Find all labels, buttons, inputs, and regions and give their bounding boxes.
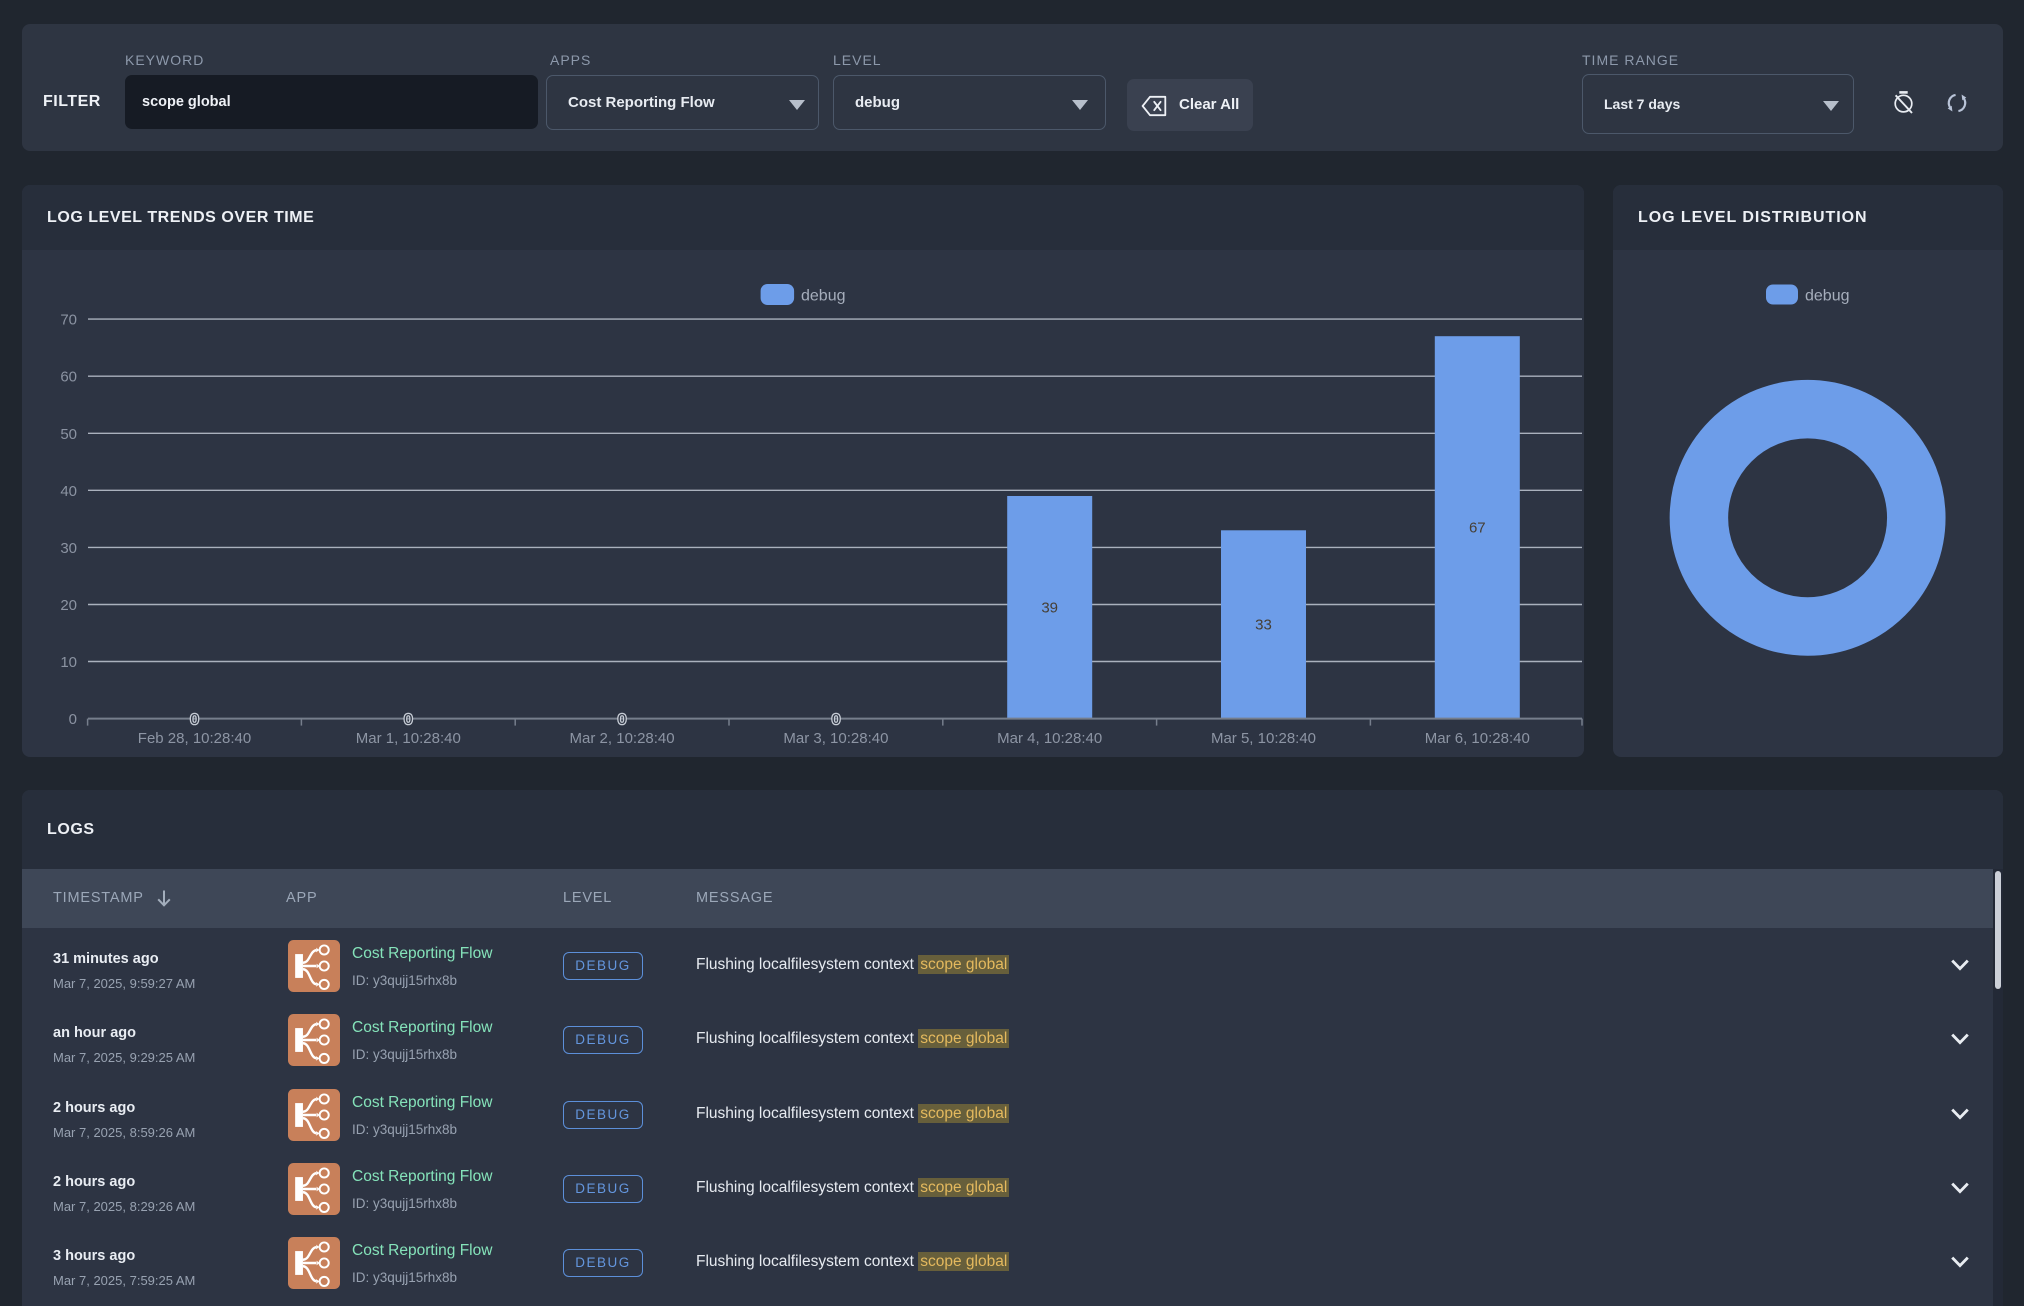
svg-text:33: 33 [1255, 616, 1272, 633]
svg-text:0: 0 [832, 711, 840, 728]
svg-text:40: 40 [60, 483, 77, 500]
svg-text:debug: debug [1805, 288, 1850, 305]
svg-text:Mar 5, 10:28:40: Mar 5, 10:28:40 [1211, 730, 1316, 747]
svg-text:Mar 6, 10:28:40: Mar 6, 10:28:40 [1425, 730, 1530, 747]
svg-text:70: 70 [60, 312, 77, 329]
svg-text:Mar 4, 10:28:40: Mar 4, 10:28:40 [997, 730, 1102, 747]
svg-text:50: 50 [60, 426, 77, 443]
svg-text:20: 20 [60, 597, 77, 614]
svg-text:67: 67 [1469, 519, 1486, 536]
svg-text:Mar 2, 10:28:40: Mar 2, 10:28:40 [570, 730, 675, 747]
svg-text:10: 10 [60, 654, 77, 671]
svg-text:60: 60 [60, 369, 77, 386]
svg-text:Mar 3, 10:28:40: Mar 3, 10:28:40 [783, 730, 888, 747]
svg-text:39: 39 [1041, 599, 1058, 616]
svg-text:Feb 28, 10:28:40: Feb 28, 10:28:40 [138, 730, 251, 747]
svg-text:0: 0 [404, 711, 412, 728]
svg-text:Mar 1, 10:28:40: Mar 1, 10:28:40 [356, 730, 461, 747]
svg-text:0: 0 [618, 711, 626, 728]
svg-text:0: 0 [69, 711, 77, 728]
svg-text:0: 0 [190, 711, 198, 728]
svg-text:30: 30 [60, 540, 77, 557]
svg-text:debug: debug [801, 288, 846, 305]
